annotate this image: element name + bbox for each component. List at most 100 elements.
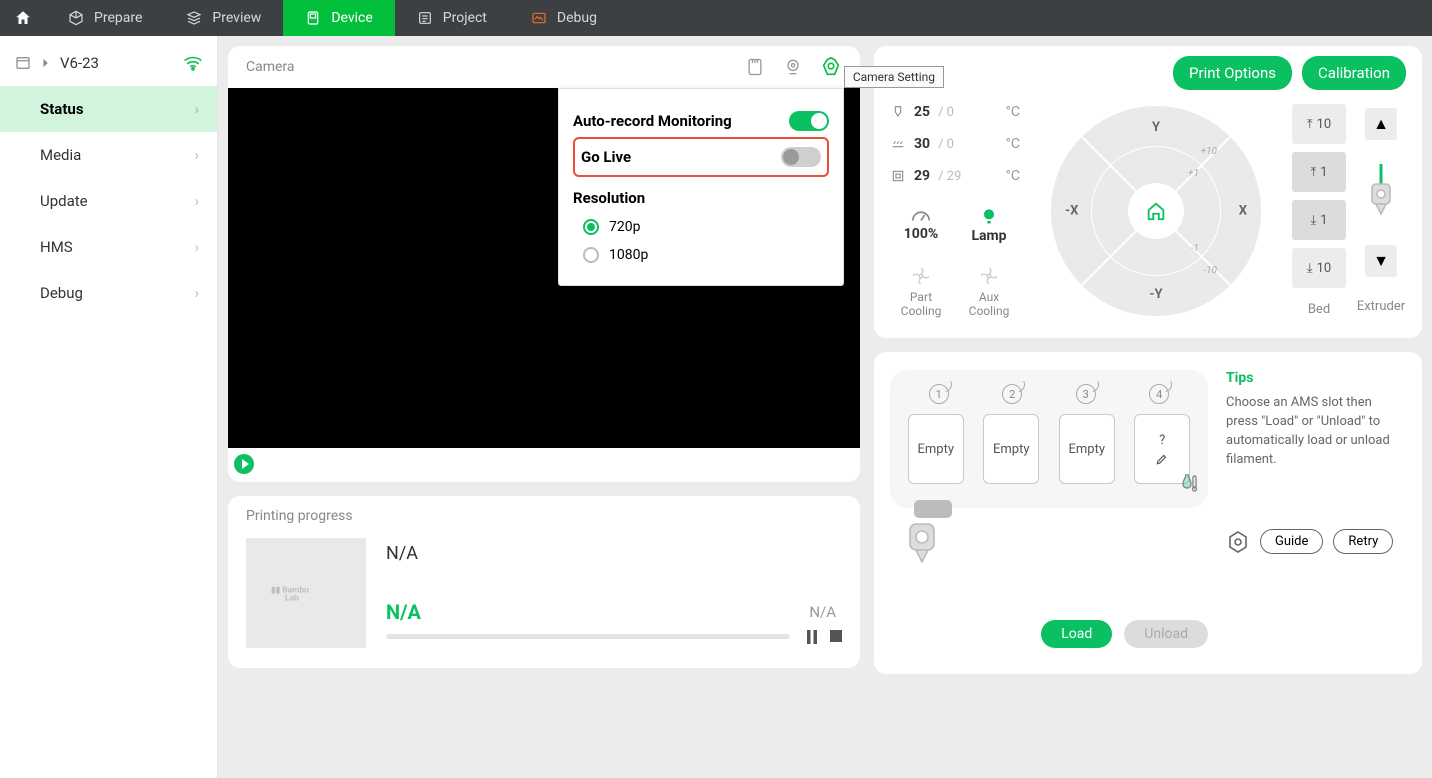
unload-button[interactable]: Unload (1124, 620, 1208, 648)
sidebar-update-label: Update (40, 192, 88, 210)
project-label: Project (443, 10, 487, 26)
chevron-right-icon: › (194, 284, 199, 302)
ams-slot-1[interactable]: Empty (908, 414, 964, 484)
preview-tab[interactable]: Preview (164, 0, 283, 36)
retry-button[interactable]: Retry (1333, 529, 1393, 554)
z-down-1[interactable]: ⤓1 (1292, 200, 1346, 240)
speed-control[interactable]: 100% (890, 206, 952, 244)
resolution-label: Resolution (573, 189, 645, 207)
home-icon (14, 9, 32, 27)
step-p10[interactable]: +10 (1201, 146, 1217, 157)
ams-refresh-1[interactable]: 1 (929, 384, 949, 404)
extruder-label: Extruder (1357, 299, 1405, 314)
prepare-tab[interactable]: Prepare (46, 0, 164, 36)
device-selector[interactable]: V6-23 (0, 36, 217, 86)
ams-slot-2[interactable]: Empty (983, 414, 1039, 484)
extruder-controls: ▲ ▼ Extruder (1356, 104, 1406, 318)
print-options-button[interactable]: Print Options (1173, 56, 1292, 90)
xy-dpad: Y -Y X -X +10 +1 -1 -10 (1051, 106, 1261, 316)
sidebar-media-label: Media (40, 146, 81, 164)
ams-slot-3[interactable]: Empty (1059, 414, 1115, 484)
ams-refresh-3[interactable]: 3 (1076, 384, 1096, 404)
device-tab[interactable]: Device (283, 0, 394, 36)
y-minus-button[interactable]: -Y (1149, 287, 1162, 302)
project-tab[interactable]: Project (395, 0, 509, 36)
chevron-right-icon: › (194, 238, 199, 256)
fan-icon (979, 266, 999, 286)
bed-label: Bed (1292, 302, 1346, 317)
step-n1[interactable]: -1 (1191, 243, 1199, 254)
step-n10[interactable]: -10 (1203, 265, 1217, 276)
guide-button[interactable]: Guide (1260, 529, 1323, 554)
sidebar-item-hms[interactable]: HMS› (0, 224, 217, 270)
camera-settings-tooltip: Camera Setting (844, 66, 944, 88)
ams-card: 1 2 3 4 Empty Empty Empty ? (874, 352, 1422, 674)
home-xy-button[interactable] (1128, 183, 1184, 239)
play-button[interactable] (234, 454, 254, 474)
camera-card: Camera Camera Setting Au (228, 46, 860, 482)
device-name: V6-23 (60, 54, 99, 72)
nozzle-target: / 0 (938, 105, 954, 120)
edit-icon (1155, 452, 1169, 466)
bed-temp-row[interactable]: 30 / 0 °C (890, 136, 1020, 152)
sidebar-item-status[interactable]: Status› (0, 86, 217, 132)
cube-icon (68, 10, 84, 26)
progress-eta: N/A (809, 603, 836, 621)
res-720-label: 720p (609, 219, 640, 235)
resolution-1080p[interactable]: 1080p (573, 241, 829, 269)
tips-text: Choose an AMS slot then press "Load" or … (1226, 394, 1406, 469)
wifi-icon (183, 55, 203, 71)
chevron-right-icon (42, 58, 50, 68)
home-tab[interactable] (0, 0, 46, 36)
chamber-temp: 29 (914, 168, 930, 184)
part-cooling-fan[interactable]: Part Cooling (890, 266, 952, 318)
temperature-panel: 25 / 0 °C 30 / 0 °C 29 (890, 104, 1020, 318)
temp-unit: °C (1006, 168, 1020, 184)
ams-settings-icon[interactable] (1226, 530, 1250, 554)
z-down10-label: 10 (1317, 261, 1332, 276)
chamber-temp-row[interactable]: 29 / 29 °C (890, 168, 1020, 184)
extrude-up-button[interactable]: ▲ (1365, 108, 1397, 140)
chamber-icon (890, 168, 906, 184)
step-p1[interactable]: +1 (1188, 168, 1199, 179)
radio-icon (583, 219, 599, 235)
bed-target: / 0 (938, 137, 954, 152)
chevron-right-icon: › (194, 192, 199, 210)
sidebar-item-debug[interactable]: Debug› (0, 270, 217, 316)
debug-tab[interactable]: Debug (509, 0, 619, 36)
sdcard-icon[interactable] (744, 56, 766, 78)
z-up-10[interactable]: ⤒10 (1292, 104, 1346, 144)
ams-refresh-2[interactable]: 2 (1002, 384, 1022, 404)
control-card: Control Print Options Calibration 25 / 0… (874, 46, 1422, 338)
part-cooling-label: Part Cooling (890, 290, 952, 318)
ams-refresh-4[interactable]: 4 (1149, 384, 1169, 404)
temp-unit: °C (1006, 136, 1020, 152)
y-plus-button[interactable]: Y (1152, 120, 1160, 135)
auto-record-toggle[interactable] (789, 111, 829, 131)
arrow-down-icon: ⤓ (1307, 261, 1313, 276)
debug-label: Debug (557, 10, 597, 26)
calibration-button[interactable]: Calibration (1302, 56, 1406, 90)
nozzle-temp-row[interactable]: 25 / 0 °C (890, 104, 1020, 120)
aux-cooling-fan[interactable]: Aux Cooling (958, 266, 1020, 318)
gauge-icon (910, 206, 932, 224)
z-down-10[interactable]: ⤓ 10 (1292, 248, 1346, 288)
resolution-720p[interactable]: 720p (573, 213, 829, 241)
nozzle-temp: 25 (914, 104, 930, 120)
stop-button[interactable] (830, 630, 842, 644)
lamp-control[interactable]: Lamp (958, 206, 1020, 244)
load-button[interactable]: Load (1041, 620, 1112, 648)
sidebar-item-update[interactable]: Update › (0, 178, 217, 224)
camera-settings-icon[interactable]: Camera Setting (820, 56, 842, 78)
webcam-icon[interactable] (782, 56, 804, 78)
extrude-down-button[interactable]: ▼ (1365, 245, 1397, 277)
x-plus-button[interactable]: X (1239, 204, 1247, 219)
go-live-toggle[interactable] (781, 147, 821, 167)
pause-button[interactable] (806, 630, 818, 644)
extruder-icon (1366, 162, 1396, 222)
prepare-label: Prepare (94, 10, 142, 26)
sidebar-item-media[interactable]: Media› (0, 132, 217, 178)
x-minus-button[interactable]: -X (1065, 204, 1078, 219)
auto-record-label: Auto-record Monitoring (573, 112, 732, 130)
z-up-1[interactable]: ⤒1 (1292, 152, 1346, 192)
